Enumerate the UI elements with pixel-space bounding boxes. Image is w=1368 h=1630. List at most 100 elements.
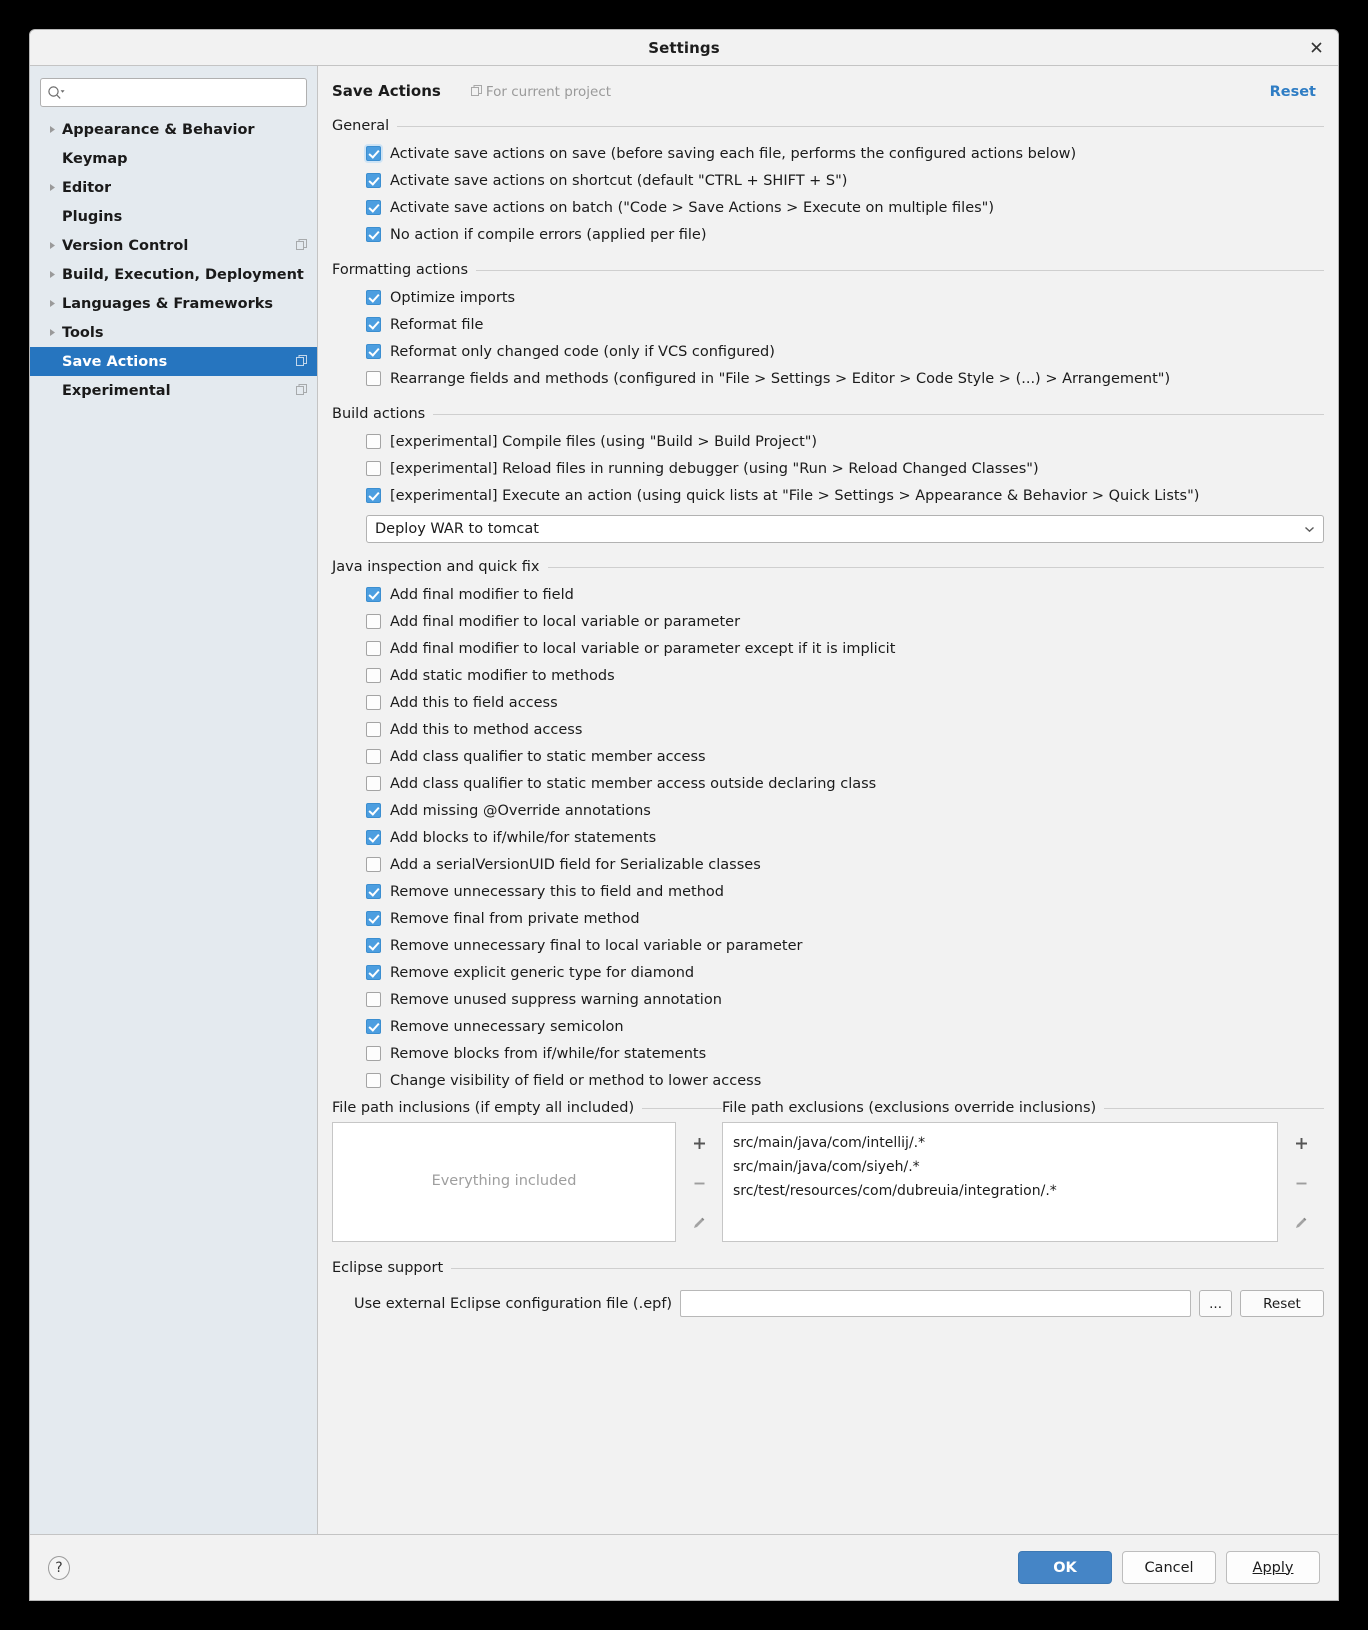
checkbox-indicator[interactable] — [366, 371, 381, 386]
checkbox-add-blocks-statements[interactable]: Add blocks to if/while/for statements — [366, 824, 1324, 851]
checkbox-add-this-method-access[interactable]: Add this to method access — [366, 716, 1324, 743]
checkbox-add-class-qualifier-static-outside[interactable]: Add class qualifier to static member acc… — [366, 770, 1324, 797]
checkbox-remove-explicit-generic-diamond[interactable]: Remove explicit generic type for diamond — [366, 959, 1324, 986]
checkbox-indicator[interactable] — [366, 776, 381, 791]
chevron-right-icon[interactable] — [42, 183, 62, 192]
checkbox-execute-an-action[interactable]: [experimental] Execute an action (using … — [366, 482, 1324, 509]
checkbox-indicator[interactable] — [366, 290, 381, 305]
checkbox-indicator[interactable] — [366, 227, 381, 242]
search-box[interactable] — [40, 78, 307, 107]
close-icon[interactable] — [1304, 36, 1328, 60]
chevron-down-icon[interactable] — [1299, 525, 1319, 533]
sidebar-item-editor[interactable]: Editor — [30, 173, 317, 202]
checkbox-indicator[interactable] — [366, 884, 381, 899]
sidebar-item-tools[interactable]: Tools — [30, 318, 317, 347]
checkbox-indicator[interactable] — [366, 488, 381, 503]
eclipse-reset-button[interactable]: Reset — [1240, 1290, 1324, 1317]
chevron-right-icon[interactable] — [42, 270, 62, 279]
checkbox-remove-final-private-method[interactable]: Remove final from private method — [366, 905, 1324, 932]
checkbox-indicator[interactable] — [366, 1073, 381, 1088]
checkbox-remove-unnecessary-semicolon[interactable]: Remove unnecessary semicolon — [366, 1013, 1324, 1040]
inclusions-list[interactable]: Everything included — [332, 1122, 676, 1242]
checkbox-indicator[interactable] — [366, 803, 381, 818]
checkbox-add-missing-override[interactable]: Add missing @Override annotations — [366, 797, 1324, 824]
checkbox-indicator[interactable] — [366, 317, 381, 332]
checkbox-indicator[interactable] — [366, 749, 381, 764]
checkbox-activate-on-batch[interactable]: Activate save actions on batch ("Code > … — [366, 194, 1324, 221]
checkbox-add-serialversionuid[interactable]: Add a serialVersionUID field for Seriali… — [366, 851, 1324, 878]
sidebar-item-languages-frameworks[interactable]: Languages & Frameworks — [30, 289, 317, 318]
checkbox-indicator[interactable] — [366, 200, 381, 215]
checkbox-remove-unused-suppress-warning[interactable]: Remove unused suppress warning annotatio… — [366, 986, 1324, 1013]
sidebar-item-experimental[interactable]: Experimental — [30, 376, 317, 405]
checkbox-indicator[interactable] — [366, 857, 381, 872]
add-path-button[interactable] — [688, 1132, 710, 1154]
checkbox-indicator[interactable] — [366, 1046, 381, 1061]
checkbox-indicator[interactable] — [366, 434, 381, 449]
checkbox-optimize-imports[interactable]: Optimize imports — [366, 284, 1324, 311]
list-item[interactable]: src/main/java/com/intellij/.* — [733, 1131, 1267, 1155]
checkbox-no-action-compile-errors[interactable]: No action if compile errors (applied per… — [366, 221, 1324, 248]
checkbox-indicator[interactable] — [366, 938, 381, 953]
list-item[interactable]: src/main/java/com/siyeh/.* — [733, 1155, 1267, 1179]
checkbox-indicator[interactable] — [366, 146, 381, 161]
checkbox-indicator[interactable] — [366, 722, 381, 737]
search-input[interactable] — [65, 79, 300, 106]
quick-list-dropdown[interactable]: Deploy WAR to tomcat — [366, 515, 1324, 543]
chevron-right-icon[interactable] — [42, 328, 62, 337]
checkbox-change-visibility-lower-access[interactable]: Change visibility of field or method to … — [366, 1067, 1324, 1094]
list-item[interactable]: src/test/resources/com/dubreuia/integrat… — [733, 1179, 1267, 1203]
checkbox-activate-on-save[interactable]: Activate save actions on save (before sa… — [366, 140, 1324, 167]
checkbox-indicator[interactable] — [366, 614, 381, 629]
checkbox-indicator[interactable] — [366, 173, 381, 188]
chevron-right-icon[interactable] — [42, 241, 62, 250]
sidebar-item-version-control[interactable]: Version Control — [30, 231, 317, 260]
checkbox-indicator[interactable] — [366, 344, 381, 359]
checkbox-add-this-field-access[interactable]: Add this to field access — [366, 689, 1324, 716]
exclusions-list[interactable]: src/main/java/com/intellij/.* src/main/j… — [722, 1122, 1278, 1242]
checkbox-remove-unnecessary-this[interactable]: Remove unnecessary this to field and met… — [366, 878, 1324, 905]
checkbox-reload-files-debugger[interactable]: [experimental] Reload files in running d… — [366, 455, 1324, 482]
checkbox-indicator[interactable] — [366, 641, 381, 656]
reset-link[interactable]: Reset — [1270, 84, 1316, 100]
help-button[interactable]: ? — [48, 1555, 70, 1580]
checkbox-add-static-modifier-methods[interactable]: Add static modifier to methods — [366, 662, 1324, 689]
edit-path-button[interactable] — [1290, 1212, 1312, 1234]
sidebar-item-appearance-behavior[interactable]: Appearance & Behavior — [30, 115, 317, 144]
checkbox-add-final-modifier-field[interactable]: Add final modifier to field — [366, 581, 1324, 608]
checkbox-indicator[interactable] — [366, 587, 381, 602]
sidebar-item-keymap[interactable]: Keymap — [30, 144, 317, 173]
apply-button[interactable]: Apply — [1226, 1551, 1320, 1584]
checkbox-remove-blocks-statements[interactable]: Remove blocks from if/while/for statemen… — [366, 1040, 1324, 1067]
cancel-button[interactable]: Cancel — [1122, 1551, 1216, 1584]
sidebar-item-plugins[interactable]: Plugins — [30, 202, 317, 231]
checkbox-rearrange-fields-methods[interactable]: Rearrange fields and methods (configured… — [366, 365, 1324, 392]
checkbox-indicator[interactable] — [366, 992, 381, 1007]
checkbox-compile-files[interactable]: [experimental] Compile files (using "Bui… — [366, 428, 1324, 455]
checkbox-indicator[interactable] — [366, 911, 381, 926]
ok-button[interactable]: OK — [1018, 1551, 1112, 1584]
checkbox-indicator[interactable] — [366, 461, 381, 476]
checkbox-indicator[interactable] — [366, 1019, 381, 1034]
chevron-right-icon[interactable] — [42, 125, 62, 134]
chevron-right-icon[interactable] — [42, 299, 62, 308]
edit-path-button[interactable] — [688, 1212, 710, 1234]
eclipse-browse-button[interactable]: ... — [1199, 1290, 1232, 1317]
eclipse-config-input[interactable] — [680, 1290, 1192, 1317]
checkbox-indicator[interactable] — [366, 668, 381, 683]
checkbox-add-final-modifier-local-implicit[interactable]: Add final modifier to local variable or … — [366, 635, 1324, 662]
remove-path-button[interactable] — [688, 1172, 710, 1194]
remove-path-button[interactable] — [1290, 1172, 1312, 1194]
checkbox-reformat-file[interactable]: Reformat file — [366, 311, 1324, 338]
add-path-button[interactable] — [1290, 1132, 1312, 1154]
checkbox-add-class-qualifier-static[interactable]: Add class qualifier to static member acc… — [366, 743, 1324, 770]
checkbox-reformat-only-changed-code[interactable]: Reformat only changed code (only if VCS … — [366, 338, 1324, 365]
checkbox-indicator[interactable] — [366, 695, 381, 710]
checkbox-add-final-modifier-local[interactable]: Add final modifier to local variable or … — [366, 608, 1324, 635]
checkbox-remove-unnecessary-final-local[interactable]: Remove unnecessary final to local variab… — [366, 932, 1324, 959]
sidebar-item-build-execution-deployment[interactable]: Build, Execution, Deployment — [30, 260, 317, 289]
checkbox-indicator[interactable] — [366, 830, 381, 845]
checkbox-activate-on-shortcut[interactable]: Activate save actions on shortcut (defau… — [366, 167, 1324, 194]
sidebar-item-save-actions[interactable]: Save Actions — [30, 347, 317, 376]
checkbox-indicator[interactable] — [366, 965, 381, 980]
